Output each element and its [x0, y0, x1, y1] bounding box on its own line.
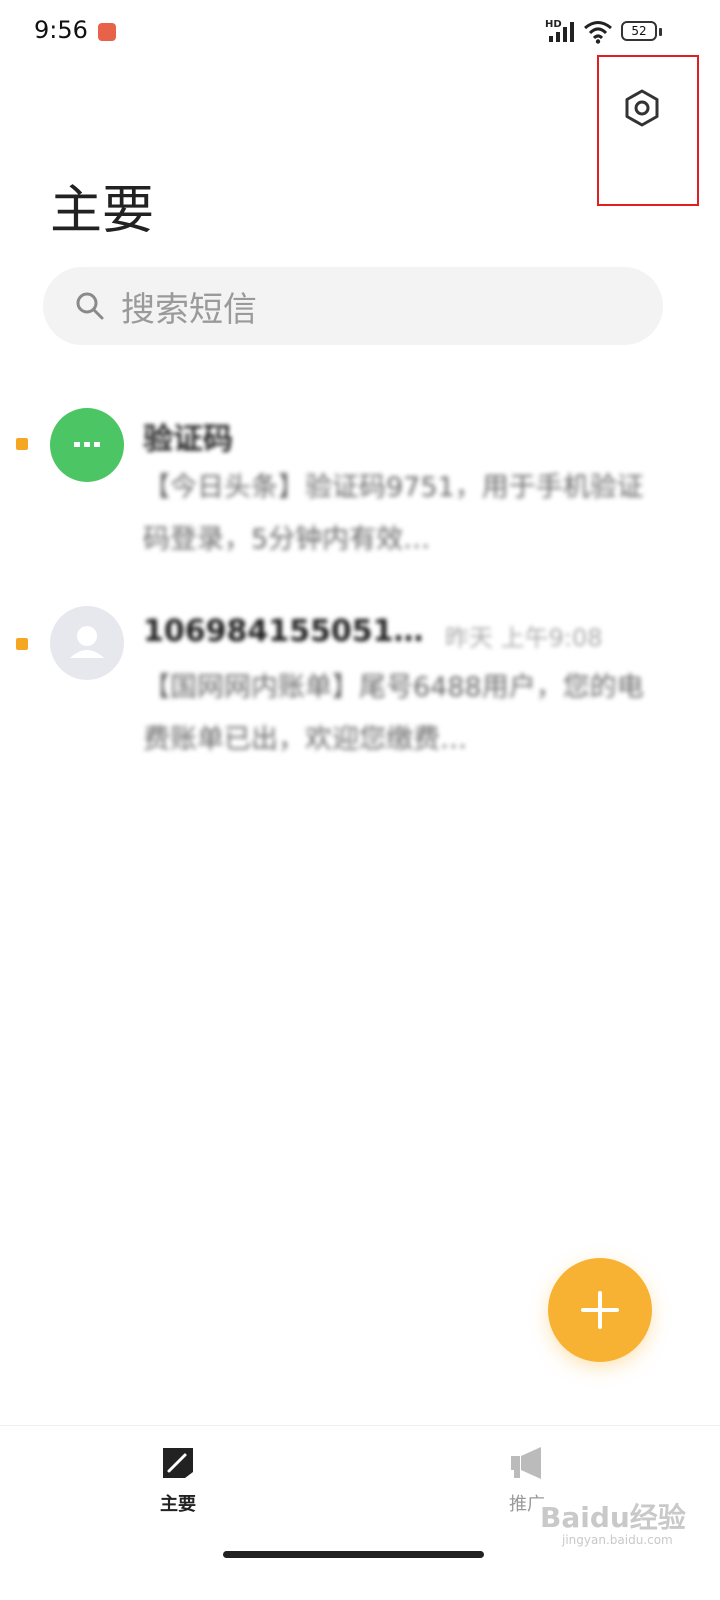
unread-indicator — [16, 638, 28, 650]
search-placeholder: 搜索短信 — [121, 289, 257, 330]
conversation-sender: 106984155051… — [143, 614, 424, 649]
watermark-logo: Baidu经验 — [540, 1501, 686, 1534]
avatar — [50, 408, 124, 482]
tab-main[interactable]: 主要 — [118, 1444, 238, 1516]
megaphone-icon — [511, 1447, 541, 1479]
settings-icon — [625, 89, 659, 127]
contact-placeholder-icon — [70, 626, 104, 658]
conversation-timestamp: 昨天 上午9:08 — [445, 624, 603, 652]
settings-button[interactable] — [620, 86, 664, 130]
battery-icon: 52 — [621, 21, 657, 41]
search-bar[interactable]: 搜索短信 — [43, 267, 663, 345]
conversation-item[interactable]: 106984155051… 昨天 上午9:08 【国网网内账单】尾号6488用户… — [0, 600, 720, 770]
status-time: 9:56 — [34, 16, 88, 44]
compose-note-icon — [163, 1448, 193, 1478]
unread-indicator — [16, 438, 28, 450]
conversation-preview: 【今日头条】验证码9751，用于手机验证码登录，5分钟内有效… — [143, 472, 644, 555]
signal-strength-icon — [549, 22, 574, 42]
conversation-item[interactable]: 验证码 【今日头条】验证码9751，用于手机验证码登录，5分钟内有效… — [0, 400, 720, 570]
home-indicator[interactable] — [223, 1551, 484, 1558]
message-bubble-icon — [74, 442, 100, 447]
wifi-icon — [584, 21, 612, 44]
battery-level: 52 — [631, 24, 647, 38]
search-icon — [76, 292, 104, 320]
battery-tip — [659, 28, 662, 36]
new-message-button[interactable] — [548, 1258, 652, 1362]
avatar — [50, 606, 124, 680]
highlight-annotation-box — [597, 55, 699, 206]
plus-icon — [581, 1291, 619, 1329]
watermark-url: jingyan.baidu.com — [562, 1533, 673, 1547]
page-title: 主要 — [50, 181, 155, 241]
notification-app-icon — [98, 23, 116, 41]
tab-label: 主要 — [160, 1494, 196, 1515]
conversation-sender: 验证码 — [143, 422, 233, 457]
conversation-preview: 【国网网内账单】尾号6488用户，您的电费账单已出，欢迎您缴费… — [143, 672, 644, 755]
